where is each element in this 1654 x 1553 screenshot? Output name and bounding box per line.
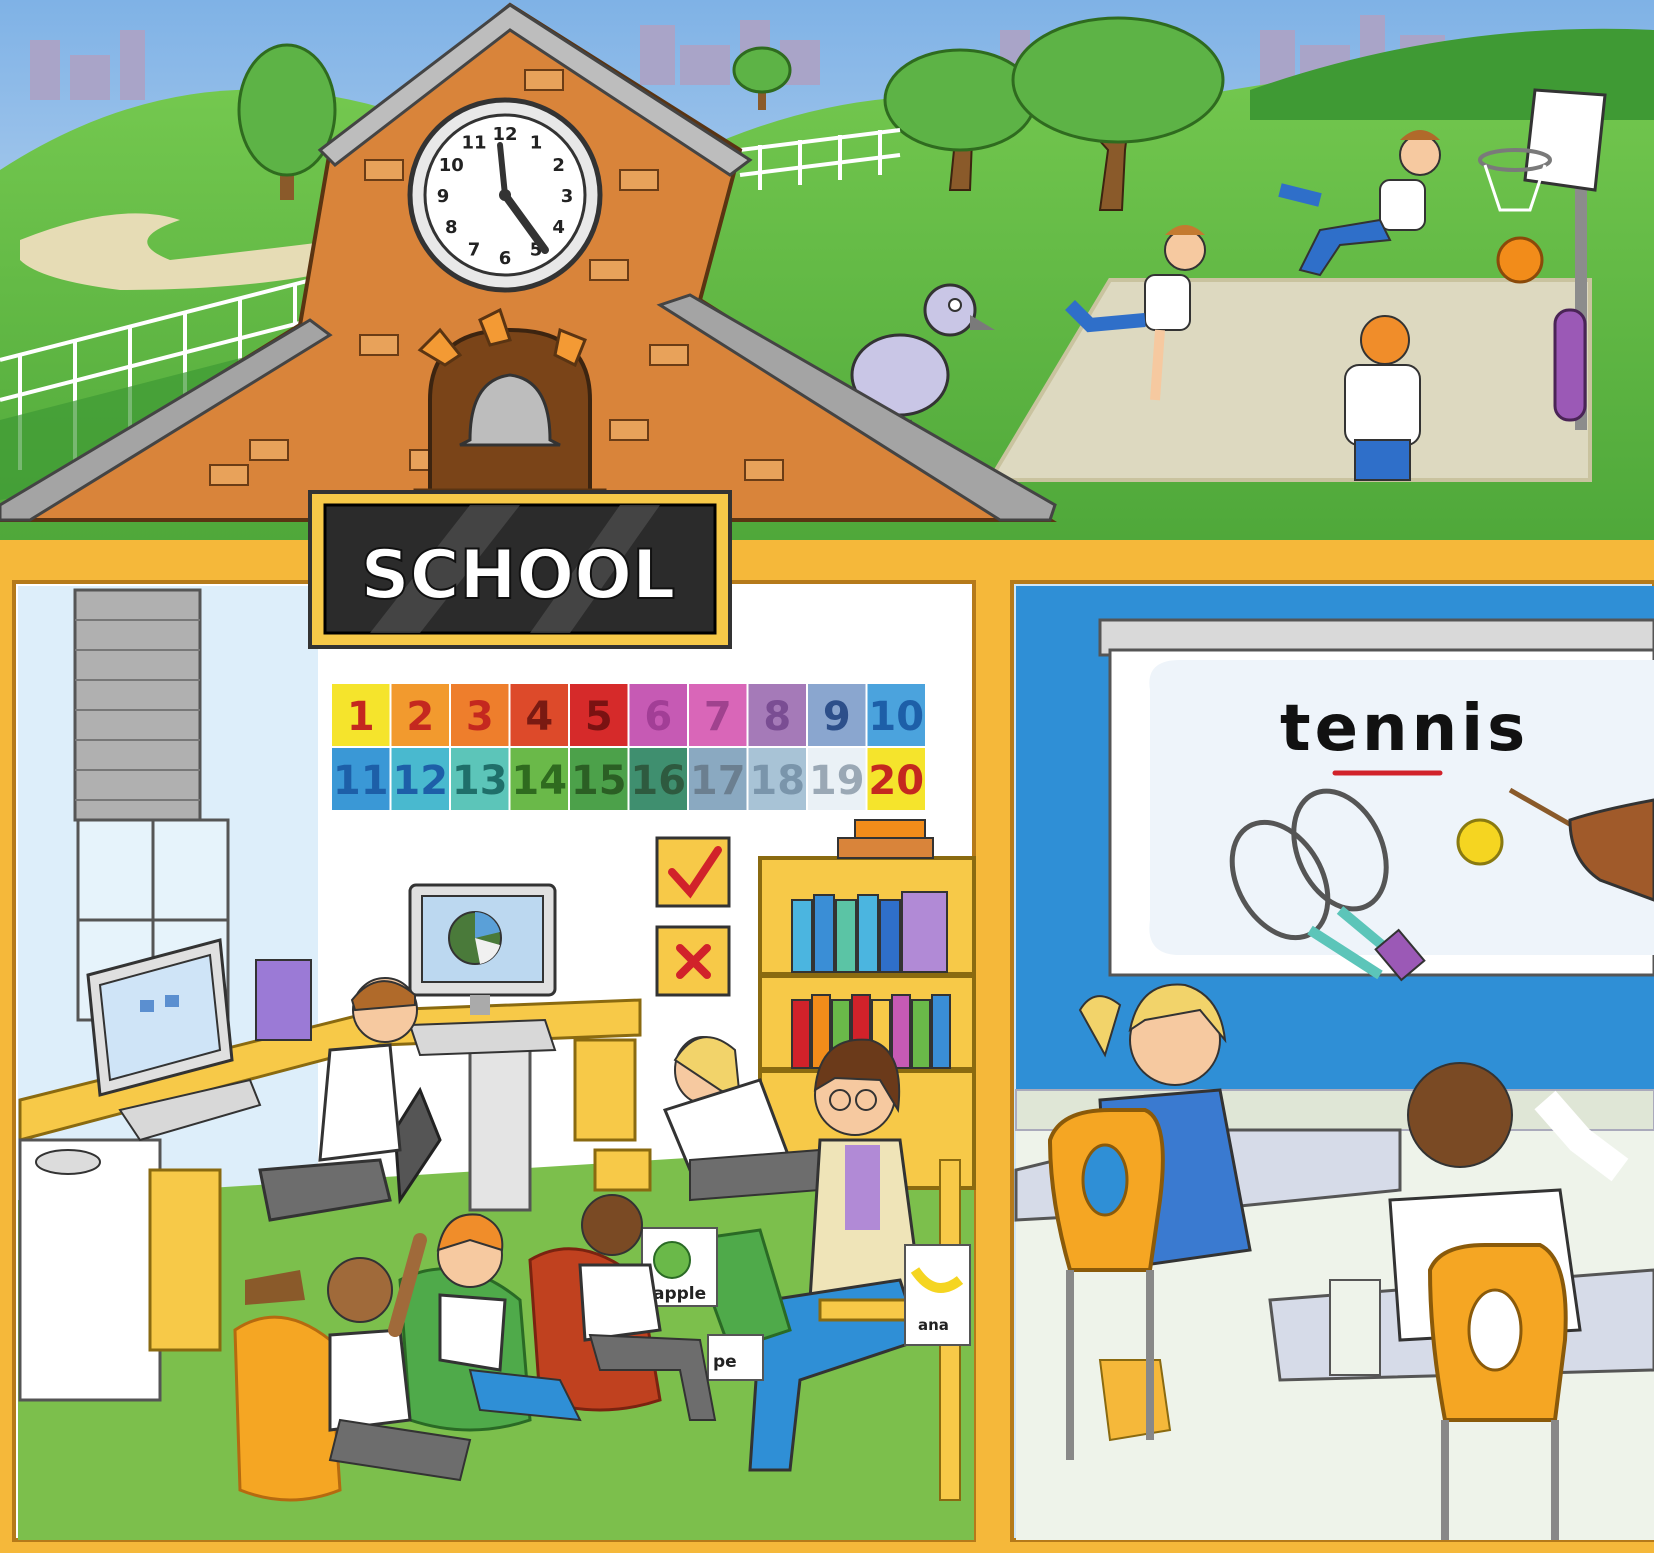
- cd-disc: [35, 1149, 101, 1175]
- clock-number: 4: [552, 217, 565, 238]
- clock-number: 6: [499, 248, 512, 269]
- cross-card: [655, 925, 731, 997]
- number-chart-row-1: 1 2 3 4 5 6 7 8 9 10: [330, 682, 927, 748]
- number-cell-label: 1: [347, 694, 375, 740]
- tennis-ball-icon: [1456, 818, 1504, 866]
- number-cell: 4: [508, 682, 570, 748]
- number-chart-row-2: 11 12 13 14 15 16 17 18 19 20: [330, 746, 927, 812]
- number-chart: 1 2 3 4 5 6 7 8 9 10 11 12 13 14 15 16 17 18 19 20: [330, 682, 927, 812]
- clock-number: 2: [552, 155, 565, 176]
- number-cell-label: 6: [644, 694, 672, 740]
- apple-icon: [653, 1241, 691, 1279]
- clock-number: 9: [437, 186, 450, 207]
- number-cell: 16: [627, 746, 689, 812]
- window-blind: [73, 588, 202, 822]
- number-cell: 10: [865, 682, 927, 748]
- school-scene: 12 1 2 3 4 5 6 7 8 9 10 11 1 2 3 4 5 6 7…: [0, 0, 1654, 1553]
- clock-number: 11: [461, 132, 486, 153]
- clock-number: 12: [492, 124, 517, 145]
- clock-number: 7: [468, 240, 481, 261]
- number-cell: 3: [449, 682, 511, 748]
- number-cell-label: 11: [333, 758, 389, 804]
- number-cell: 11: [330, 746, 392, 812]
- flash-card-pear: pe: [707, 1334, 764, 1381]
- number-cell-label: 5: [585, 694, 613, 740]
- number-cell: 2: [389, 682, 451, 748]
- number-cell: 6: [627, 682, 689, 748]
- computer-monitor-right: [408, 883, 557, 1015]
- number-cell-label: 2: [406, 694, 434, 740]
- clock: 12 1234567891011: [407, 97, 603, 293]
- number-cell: 19: [806, 746, 868, 812]
- desk-drawers-right: [573, 1038, 637, 1142]
- number-cell-label: 15: [571, 758, 627, 804]
- flash-card-pear-label: pe: [713, 1352, 737, 1372]
- school-sign-text: SCHOOL: [361, 536, 676, 615]
- flash-card-banana-label: ana: [918, 1316, 949, 1334]
- number-cell-label: 16: [630, 758, 686, 804]
- clock-number: 10: [439, 155, 464, 176]
- keyboard-right: [408, 1018, 557, 1057]
- desk-drawers: [148, 1168, 222, 1352]
- number-cell-label: 20: [868, 758, 924, 804]
- desk-cabinet: [18, 1138, 162, 1402]
- number-cell-label: 4: [525, 694, 553, 740]
- number-cell: 9: [806, 682, 868, 748]
- number-cell: 14: [508, 746, 570, 812]
- number-cell: 20: [865, 746, 927, 812]
- flash-card-apple-label: apple: [653, 1284, 706, 1304]
- scene-illustration: 12 1234567891011 1 2 3 4 5 6 7 8 9 10 11…: [0, 0, 1654, 1553]
- clock-number: 8: [445, 217, 458, 238]
- number-cell-label: 12: [392, 758, 448, 804]
- right-classroom: tennis: [1014, 586, 1654, 1540]
- number-cell: 17: [687, 746, 749, 812]
- clock-number: 3: [561, 186, 574, 207]
- flash-card-banana: ana: [904, 1244, 971, 1346]
- number-cell-label: 17: [690, 758, 746, 804]
- whiteboard-word: tennis: [1280, 692, 1529, 766]
- basketball: [1496, 236, 1544, 284]
- number-cell-label: 8: [763, 694, 791, 740]
- tick-card: [655, 836, 731, 908]
- number-cell: 13: [449, 746, 511, 812]
- beanbag-orange: [233, 1315, 342, 1502]
- number-cell-label: 9: [823, 694, 851, 740]
- number-cell: 7: [687, 682, 749, 748]
- number-cell: 18: [746, 746, 808, 812]
- number-cell: 1: [330, 682, 392, 748]
- number-cell: 12: [389, 746, 451, 812]
- number-cell-label: 3: [466, 694, 494, 740]
- number-cell-label: 13: [452, 758, 508, 804]
- ruler: [1329, 1279, 1381, 1376]
- number-cell: 8: [746, 682, 808, 748]
- school-sign: SCHOOL: [308, 490, 732, 649]
- number-cell: 5: [568, 682, 630, 748]
- left-classroom: 1 2 3 4 5 6 7 8 9 10 11 12 13 14 15 16 17 18 19 20: [18, 586, 976, 1540]
- number-cell-label: 7: [704, 694, 732, 740]
- bell-arch: [413, 307, 607, 510]
- number-cell-label: 10: [868, 694, 924, 740]
- clock-number: 1: [530, 132, 543, 153]
- number-cell-label: 14: [511, 758, 567, 804]
- number-cell-label: 18: [749, 758, 805, 804]
- number-cell-label: 19: [809, 758, 865, 804]
- number-cell: 15: [568, 746, 630, 812]
